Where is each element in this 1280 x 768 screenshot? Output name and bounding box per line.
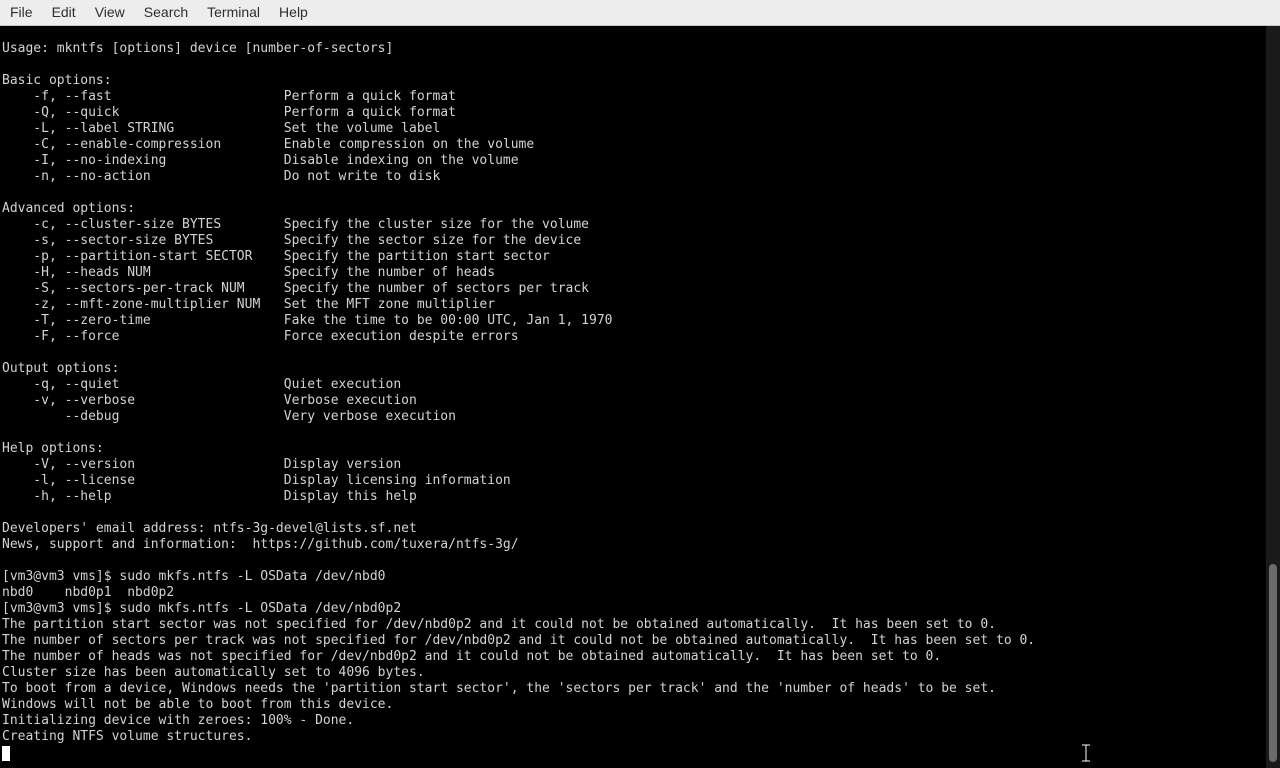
terminal-line: -v, --verbose Verbose execution — [2, 393, 417, 408]
terminal-line: -V, --version Display version — [2, 457, 402, 472]
terminal-line: -F, --force Force execution despite erro… — [2, 329, 519, 344]
terminal-line: [vm3@vm3 vms]$ sudo mkfs.ntfs -L OSData … — [2, 569, 386, 584]
menu-terminal[interactable]: Terminal — [197, 0, 269, 26]
terminal-line: --debug Very verbose execution — [2, 409, 456, 424]
terminal-line: Help options: — [2, 441, 104, 456]
terminal-line: Advanced options: — [2, 201, 136, 216]
terminal-line: The partition start sector was not speci… — [2, 617, 996, 632]
terminal-line: Developers' email address: ntfs-3g-devel… — [2, 521, 417, 536]
terminal-line: -I, --no-indexing Disable indexing on th… — [2, 153, 519, 168]
terminal-line: -C, --enable-compression Enable compress… — [2, 137, 535, 152]
terminal-line: Basic options: — [2, 73, 112, 88]
terminal-line: -s, --sector-size BYTES Specify the sect… — [2, 233, 582, 248]
terminal-line: -z, --mft-zone-multiplier NUM Set the MF… — [2, 297, 496, 312]
menu-search[interactable]: Search — [134, 0, 197, 26]
menu-bar: File Edit View Search Terminal Help — [0, 0, 1280, 26]
scrollbar-thumb[interactable] — [1269, 564, 1277, 762]
terminal-line: -n, --no-action Do not write to disk — [2, 169, 441, 184]
terminal-line: Creating NTFS volume structures. — [2, 729, 253, 744]
prompt-line — [2, 745, 1035, 761]
terminal-line: -H, --heads NUM Specify the number of he… — [2, 265, 496, 280]
terminal-line: Output options: — [2, 361, 120, 376]
terminal-line: The number of heads was not specified fo… — [2, 649, 942, 664]
text-cursor-icon — [1082, 744, 1090, 762]
terminal-line: To boot from a device, Windows needs the… — [2, 681, 996, 696]
menu-view[interactable]: View — [85, 0, 134, 26]
terminal-line: -Q, --quick Perform a quick format — [2, 105, 456, 120]
terminal-line: -L, --label STRING Set the volume label — [2, 121, 441, 136]
menu-file[interactable]: File — [0, 0, 42, 26]
terminal-line: -S, --sectors-per-track NUM Specify the … — [2, 281, 589, 296]
terminal-line: Usage: mkntfs [options] device [number-o… — [2, 41, 394, 56]
terminal-line: -p, --partition-start SECTOR Specify the… — [2, 249, 550, 264]
terminal-line: Initializing device with zeroes: 100% - … — [2, 713, 355, 728]
terminal-line: Windows will not be able to boot from th… — [2, 697, 394, 712]
terminal-line: The number of sectors per track was not … — [2, 633, 1036, 648]
terminal-line: Cluster size has been automatically set … — [2, 665, 425, 680]
terminal-line: -q, --quiet Quiet execution — [2, 377, 402, 392]
menu-help[interactable]: Help — [269, 0, 317, 26]
terminal-line: [vm3@vm3 vms]$ sudo mkfs.ntfs -L OSData … — [2, 601, 402, 616]
terminal-line: nbd0 nbd0p1 nbd0p2 — [2, 585, 175, 600]
terminal-line: -c, --cluster-size BYTES Specify the clu… — [2, 217, 589, 232]
terminal-text: Usage: mkntfs [options] device [number-o… — [2, 41, 1035, 761]
terminal-line: -f, --fast Perform a quick format — [2, 89, 456, 104]
menu-edit[interactable]: Edit — [42, 0, 85, 26]
terminal-line: News, support and information: https://g… — [2, 537, 519, 552]
terminal-line: -l, --license Display licensing informat… — [2, 473, 511, 488]
cursor-block — [2, 746, 10, 761]
terminal-line: -T, --zero-time Fake the time to be 00:0… — [2, 313, 613, 328]
vertical-scrollbar[interactable] — [1266, 26, 1280, 768]
terminal-line: -h, --help Display this help — [2, 489, 417, 504]
terminal-output[interactable]: Usage: mkntfs [options] device [number-o… — [0, 26, 1266, 768]
